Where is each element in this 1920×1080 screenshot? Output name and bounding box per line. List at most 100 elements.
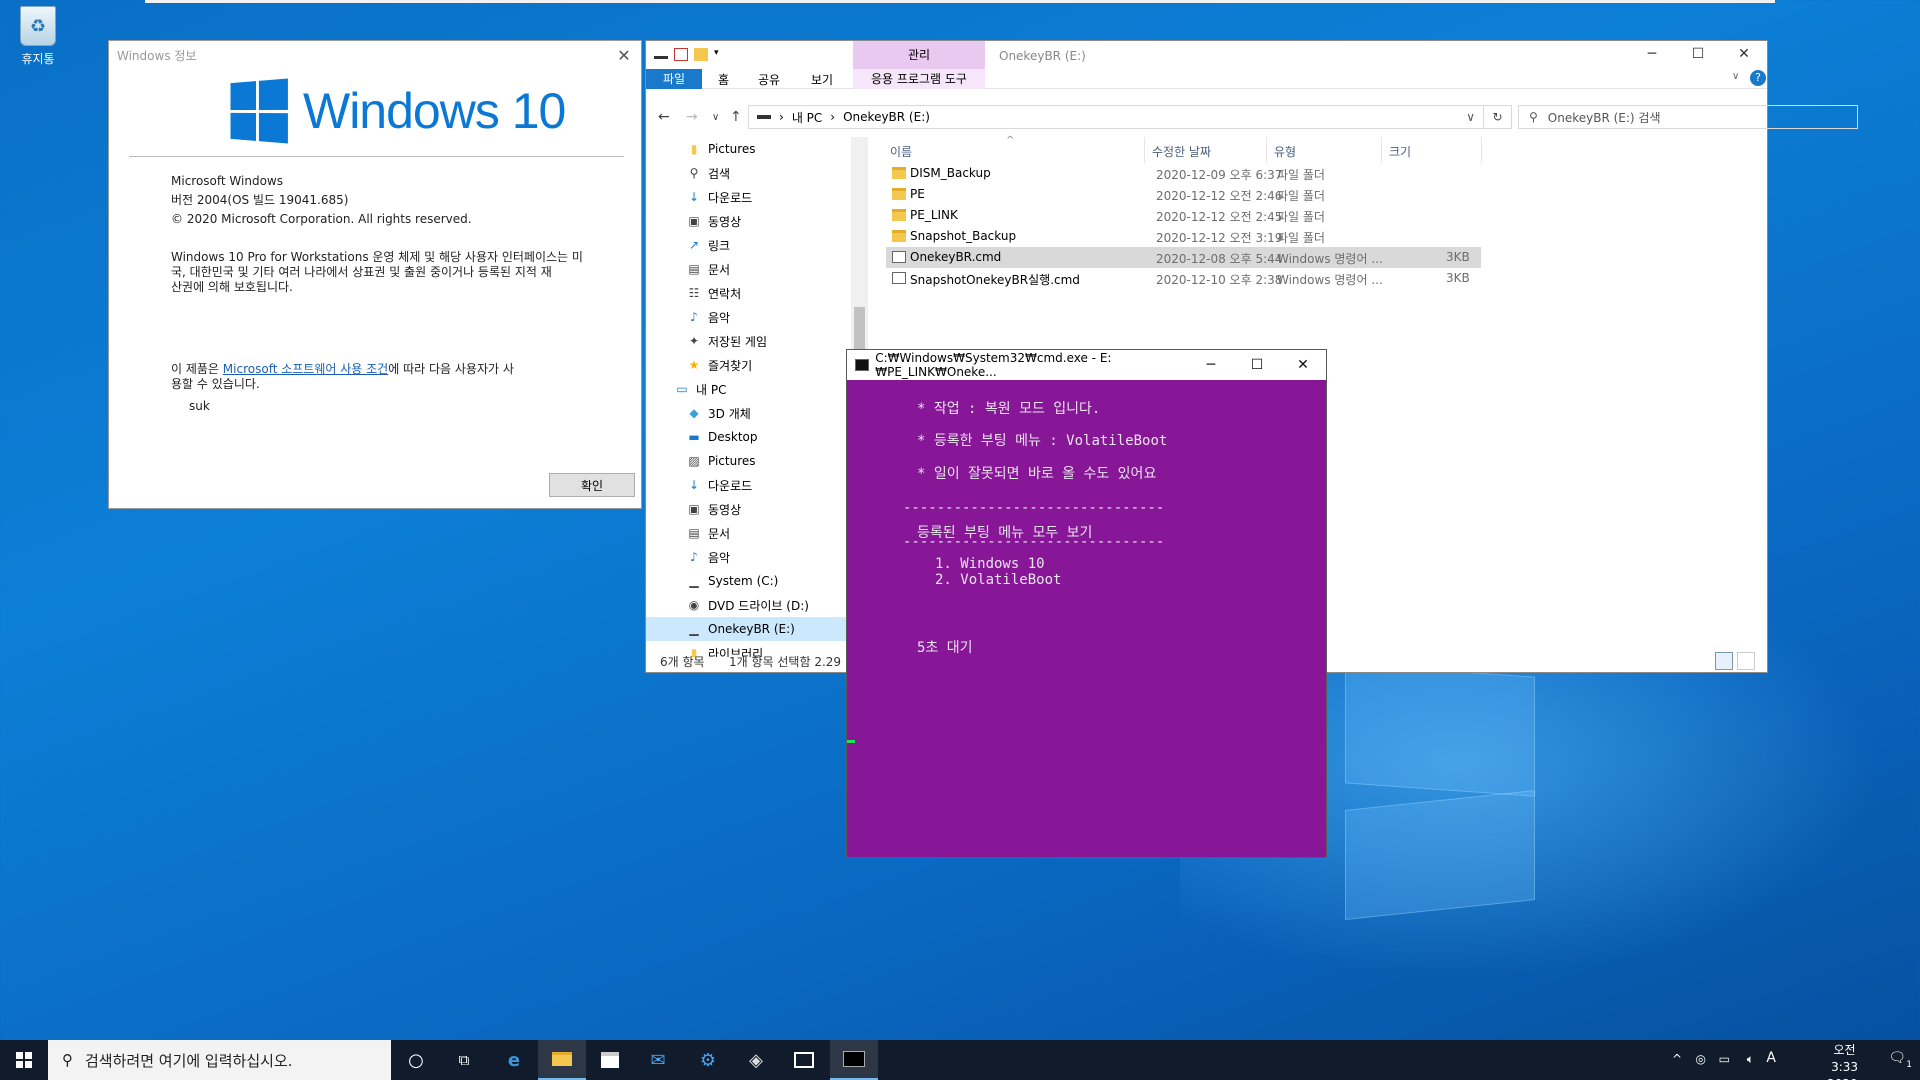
file-type: 파일 폴더 — [1277, 189, 1325, 203]
taskbar-search-placeholder: 검색하려면 여기에 입력하십시오. — [85, 1051, 293, 1070]
cortana-icon[interactable]: ○ — [392, 1040, 440, 1080]
store-icon[interactable] — [586, 1040, 634, 1080]
network-icon[interactable]: ▭ — [1719, 1052, 1730, 1066]
nav-item[interactable]: ✦ 저장된 게임 — [646, 329, 851, 353]
nav-item[interactable]: ▁ OnekeyBR (E:) — [646, 617, 851, 641]
edge-browser-icon[interactable]: e — [490, 1040, 538, 1080]
drive-icon[interactable] — [654, 51, 668, 59]
nav-item[interactable]: ▭ 내 PC — [646, 377, 851, 401]
chevron-up-icon[interactable]: ^ — [1672, 1052, 1682, 1066]
search-box[interactable]: ⚲ OnekeyBR (E:) 검색 — [1518, 105, 1858, 129]
start-button[interactable] — [0, 1040, 48, 1080]
clock[interactable]: 오전 3:33 2020-12-12 — [1827, 1042, 1862, 1080]
maximize-icon[interactable]: ☐ — [1234, 357, 1280, 373]
file-row[interactable]: DISM_Backup 2020-12-09 오후 6:37 파일 폴더 — [886, 163, 1481, 184]
settings-app-icon[interactable]: ⚙ — [684, 1040, 732, 1080]
nav-item[interactable]: ◆ 3D 개체 — [646, 401, 851, 425]
refresh-icon[interactable]: ↻ — [1484, 105, 1512, 129]
close-icon[interactable]: ✕ — [1721, 41, 1767, 69]
nav-item[interactable]: ◉ DVD 드라이브 (D:) — [646, 593, 851, 617]
ok-button[interactable]: 확인 — [549, 473, 635, 497]
license-terms-link[interactable]: Microsoft 소프트웨어 사용 조건 — [223, 362, 388, 376]
nav-item[interactable]: ▣ 동영상 — [646, 497, 851, 521]
help-icon[interactable]: ? — [1750, 70, 1766, 86]
notification-center-icon[interactable]: 🗨︎ — [1888, 1050, 1906, 1066]
breadcrumb-separator: › — [830, 110, 836, 124]
file-row[interactable]: SnapshotOnekeyBR실행.cmd 2020-12-10 오후 2:38… — [886, 268, 1481, 289]
task-view-icon[interactable]: ⧉ — [440, 1040, 488, 1080]
new-folder-icon[interactable] — [694, 48, 708, 61]
nav-item[interactable]: ★ 즐겨찾기 — [646, 353, 851, 377]
nav-item[interactable]: ▤ 문서 — [646, 521, 851, 545]
tab-view[interactable]: 보기 — [811, 71, 833, 88]
nav-item[interactable]: ☷ 연락처 — [646, 281, 851, 305]
large-icons-view-icon[interactable] — [1737, 652, 1755, 670]
properties-icon[interactable] — [674, 48, 688, 61]
volume-icon[interactable]: 🔈︎ — [1747, 1052, 1754, 1067]
tab-file[interactable]: 파일 — [646, 69, 702, 89]
file-name: PE — [910, 187, 925, 201]
column-name[interactable]: 이름 — [890, 143, 912, 160]
nav-item[interactable]: ↗ 링크 — [646, 233, 851, 257]
minimize-icon[interactable]: ─ — [1629, 41, 1675, 69]
column-size[interactable]: 크기 — [1389, 143, 1411, 160]
taskbar-search-box[interactable]: ⚲ 검색하려면 여기에 입력하십시오. — [48, 1040, 391, 1080]
close-icon[interactable]: ✕ — [1280, 357, 1326, 373]
nav-item-label: 음악 — [708, 550, 731, 565]
nav-item[interactable]: ⚲ 검색 — [646, 161, 851, 185]
minimize-icon[interactable]: ─ — [1188, 357, 1234, 373]
tool-app-icon[interactable]: ◈ — [732, 1040, 780, 1080]
nav-item[interactable]: ♪ 음악 — [646, 305, 851, 329]
file-row[interactable]: PE 2020-12-12 오전 2:46 파일 폴더 — [886, 184, 1481, 205]
breadcrumb-this-pc[interactable]: 내 PC — [792, 109, 822, 126]
tab-home[interactable]: 홈 — [718, 71, 729, 88]
file-row[interactable]: Snapshot_Backup 2020-12-12 오전 3:19 파일 폴더 — [886, 226, 1481, 247]
search-icon: ⚲ — [689, 166, 699, 180]
details-view-icon[interactable] — [1715, 652, 1733, 670]
nav-item[interactable]: ▤ 문서 — [646, 257, 851, 281]
file-explorer-icon[interactable] — [538, 1040, 586, 1080]
back-arrow-icon[interactable]: ← — [658, 109, 670, 125]
column-type[interactable]: 유형 — [1274, 143, 1296, 160]
nav-item[interactable]: ↓ 다운로드 — [646, 185, 851, 209]
license-prefix: 이 제품은 — [171, 362, 223, 376]
file-row[interactable]: PE_LINK 2020-12-12 오전 2:45 파일 폴더 — [886, 205, 1481, 226]
nav-item[interactable]: ♪ 음악 — [646, 545, 851, 569]
camera-icon[interactable]: ◎ — [1696, 1052, 1706, 1066]
nav-item[interactable]: ▮ Pictures — [646, 137, 851, 161]
up-arrow-icon[interactable]: ↑ — [730, 109, 742, 125]
chevron-down-icon[interactable]: ▾ — [714, 48, 722, 61]
maximize-icon[interactable]: ☐ — [1675, 41, 1721, 69]
nav-item[interactable]: ▨ Pictures — [646, 449, 851, 473]
tab-share[interactable]: 공유 — [758, 71, 780, 88]
window-title: OnekeyBR (E:) — [999, 49, 1086, 63]
command-prompt-taskbar-icon[interactable] — [830, 1040, 878, 1080]
recycle-bin-shortcut[interactable]: 휴지통 — [8, 6, 68, 67]
chevron-down-icon[interactable]: ∨ — [1732, 71, 1739, 82]
desktop-icon: ▬ — [688, 430, 700, 444]
nav-item[interactable]: ▁ System (C:) — [646, 569, 851, 593]
nav-item[interactable]: ↓ 다운로드 — [646, 473, 851, 497]
app-window-icon[interactable] — [780, 1040, 828, 1080]
taskbar: ⚲ 검색하려면 여기에 입력하십시오. ○ ⧉ e ✉ ⚙ ◈ ^ ◎ ▭ 🔈︎… — [0, 1040, 1920, 1080]
about-windows-dialog: Windows 정보 ✕ Windows 10 Microsoft Window… — [108, 40, 642, 509]
tab-application-tools[interactable]: 응용 프로그램 도구 — [853, 69, 985, 89]
forward-arrow-icon[interactable]: → — [686, 109, 698, 125]
mail-icon[interactable]: ✉ — [634, 1040, 682, 1080]
chevron-down-icon[interactable]: ∨ — [1466, 110, 1475, 124]
close-icon[interactable]: ✕ — [607, 46, 641, 65]
recent-locations-icon[interactable]: ∨ — [712, 112, 719, 123]
command-prompt-window[interactable]: C:₩Windows₩System32₩cmd.exe - E:₩PE_LINK… — [846, 349, 1327, 858]
address-bar[interactable]: › 내 PC › OnekeyBR (E:) ∨ — [748, 105, 1484, 129]
script-file-icon — [892, 251, 906, 263]
nav-item-label: 연락처 — [708, 286, 742, 301]
file-row[interactable]: OnekeyBR.cmd 2020-12-08 오후 5:44 Windows 명령… — [886, 247, 1481, 268]
column-date[interactable]: 수정한 날짜 — [1152, 143, 1211, 160]
nav-item-label: Pictures — [708, 142, 756, 156]
nav-item[interactable]: ▣ 동영상 — [646, 209, 851, 233]
nav-item[interactable]: ▬ Desktop — [646, 425, 851, 449]
input-method-indicator[interactable]: A — [1766, 1050, 1776, 1066]
search-icon: ⚲ — [62, 1051, 73, 1069]
breadcrumb-drive[interactable]: OnekeyBR (E:) — [843, 110, 930, 124]
manage-context-tab[interactable]: 관리 — [853, 41, 985, 69]
